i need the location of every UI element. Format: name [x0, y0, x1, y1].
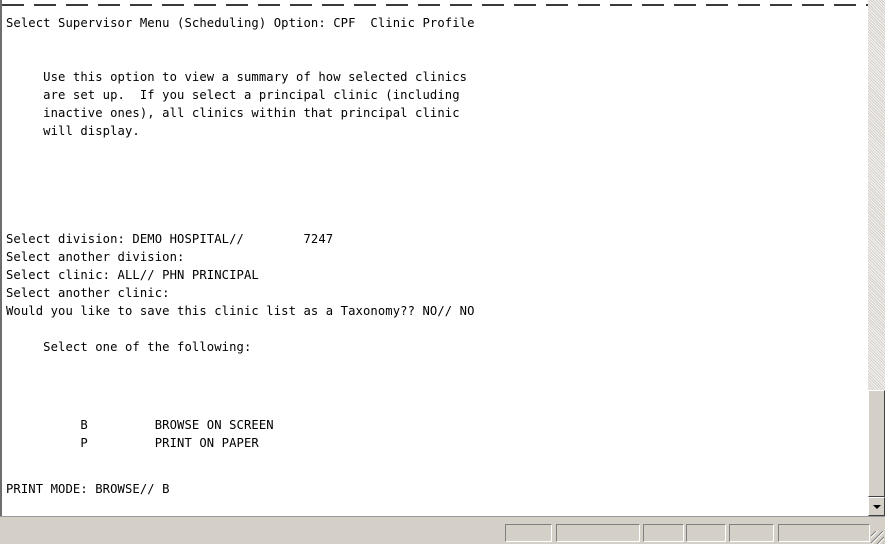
window-left-border — [0, 0, 2, 516]
terminal-line: Select Supervisor Menu (Scheduling) Opti… — [6, 16, 475, 30]
status-panel — [643, 524, 684, 542]
status-panel — [556, 524, 640, 542]
resize-grip-icon[interactable] — [871, 531, 884, 544]
terminal-line: Select clinic: ALL// PHN PRINCIPAL — [6, 268, 259, 282]
terminal-line: Select division: DEMO HOSPITAL// 7247 — [6, 232, 334, 246]
terminal-line: B BROWSE ON SCREEN — [6, 418, 274, 432]
terminal-line: Use this option to view a summary of how… — [6, 70, 468, 84]
status-panel — [505, 524, 552, 542]
status-panel — [778, 524, 870, 542]
terminal-line: PRINT MODE: BROWSE// B — [6, 482, 170, 496]
scrollbar-thumb[interactable] — [868, 390, 885, 497]
terminal-line: inactive ones), all clinics within that … — [6, 106, 460, 120]
terminal-line: Select one of the following: — [6, 340, 252, 354]
terminal-line: P PRINT ON PAPER — [6, 436, 259, 450]
status-panel — [729, 524, 774, 542]
status-panel — [686, 524, 726, 542]
terminal-screen[interactable]: Select Supervisor Menu (Scheduling) Opti… — [6, 14, 868, 514]
scroll-down-button[interactable] — [868, 497, 885, 516]
vertical-scrollbar[interactable] — [868, 0, 885, 516]
terminal-line: will display. — [6, 124, 140, 138]
separator-dashes — [2, 0, 868, 6]
status-bar — [0, 516, 885, 544]
terminal-line: Select another division: — [6, 250, 185, 264]
terminal-line: Would you like to save this clinic list … — [6, 304, 475, 318]
chevron-down-icon — [873, 505, 881, 509]
terminal-line: Select another clinic: — [6, 286, 170, 300]
terminal-line: are set up. If you select a principal cl… — [6, 88, 460, 102]
terminal-window: Select Supervisor Menu (Scheduling) Opti… — [0, 0, 885, 544]
